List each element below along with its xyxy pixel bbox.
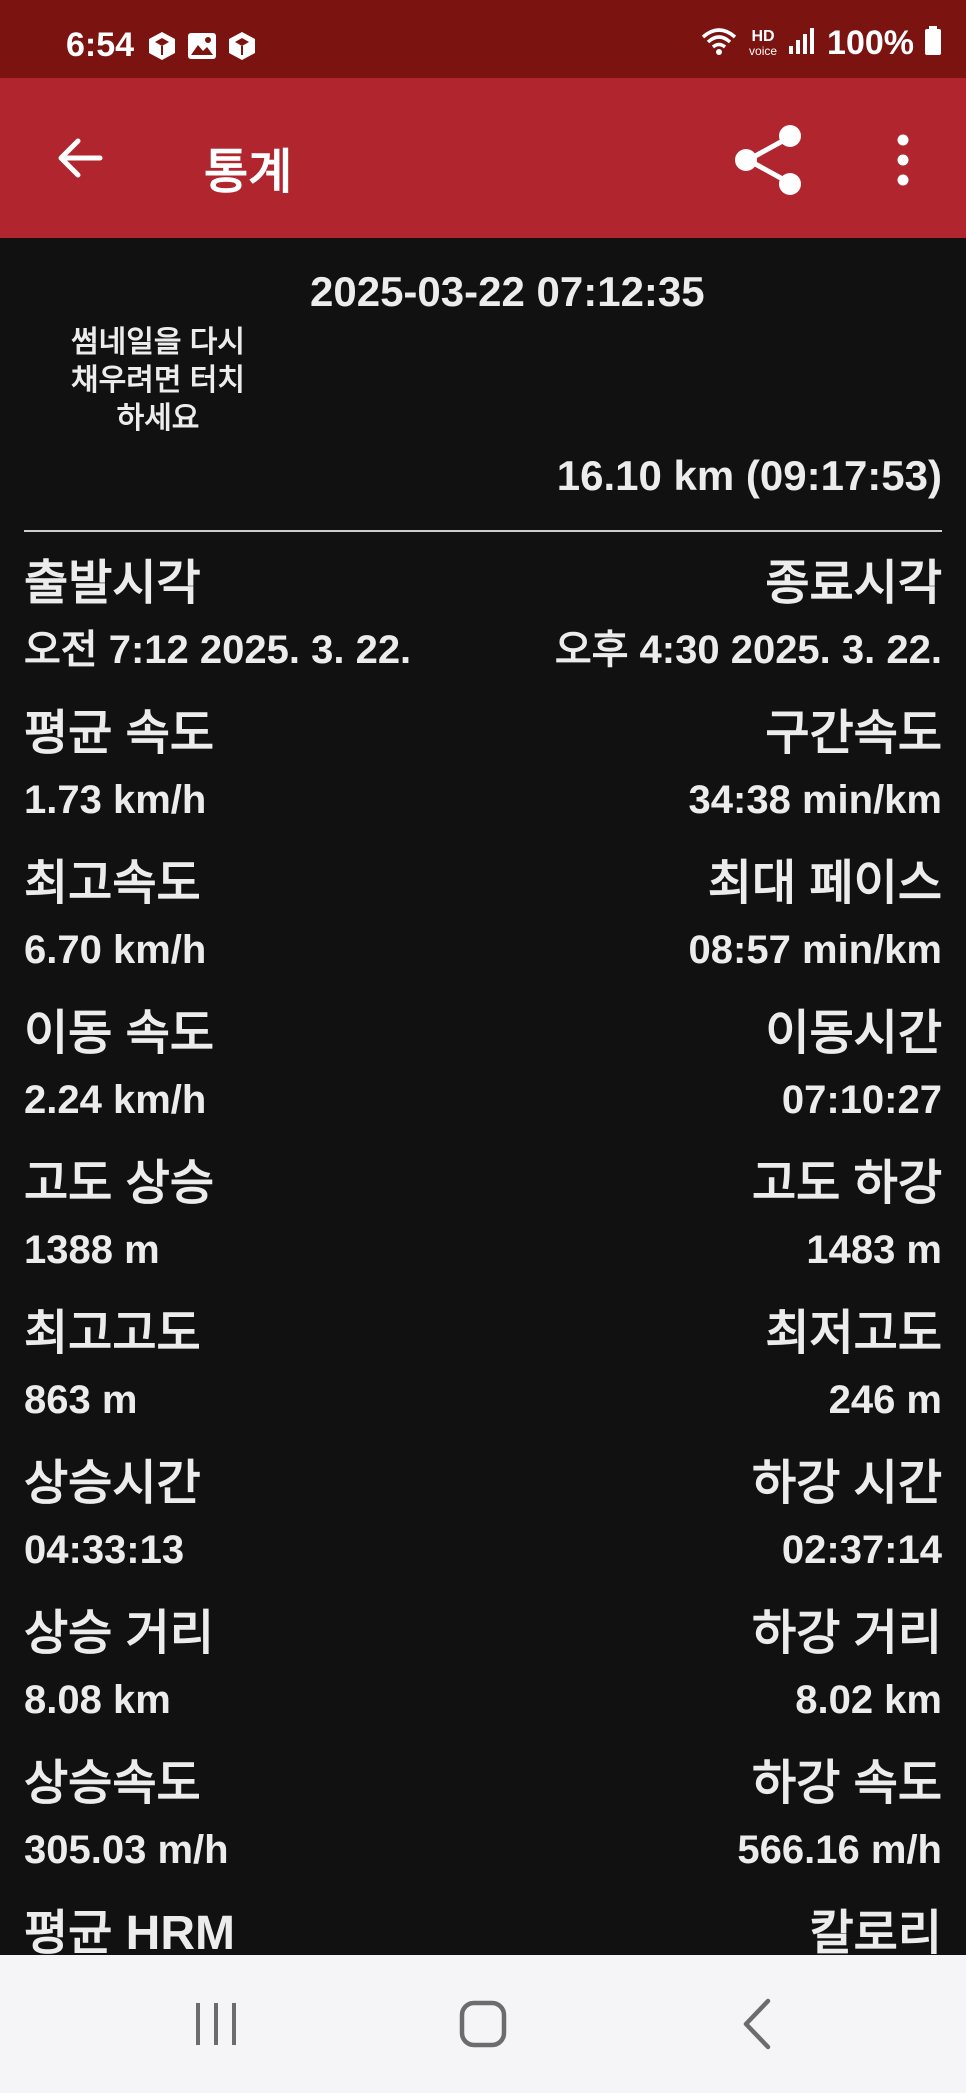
divider — [24, 530, 942, 532]
stat-row: 고도 상승 1388 m 고도 하강 1483 m — [24, 1156, 942, 1306]
stat-value: 8.02 km — [795, 1678, 942, 1722]
stat-value: 04:33:13 — [24, 1528, 185, 1572]
more-vert-icon — [897, 134, 909, 186]
stat-value: 1388 m — [24, 1228, 160, 1272]
stat-value: 2.24 km/h — [24, 1078, 207, 1122]
stat-label: 출발시각 — [24, 557, 201, 610]
package-icon — [226, 30, 258, 62]
stat-label: 고도 상승 — [24, 1157, 214, 1210]
back-button[interactable] — [48, 126, 112, 190]
system-navigation-bar — [0, 1955, 966, 2093]
distance-duration: 16.10 km (09:17:53) — [556, 452, 942, 499]
status-right: HD voice 100% — [699, 24, 942, 63]
package-icon — [146, 30, 178, 62]
stat-row: 상승 거리 8.08 km 하강 거리 8.02 km — [24, 1606, 942, 1756]
stat-label: 하강 속도 — [752, 1757, 942, 1810]
stat-label: 하강 거리 — [752, 1607, 942, 1660]
stat-value: 566.16 m/h — [737, 1828, 942, 1872]
stat-row: 최고속도 6.70 km/h 최대 페이스 08:57 min/km — [24, 856, 942, 1006]
stat-value: 오후 4:30 2025. 3. 22. — [554, 628, 942, 672]
stat-value: 1.73 km/h — [24, 778, 207, 822]
recents-button[interactable] — [176, 1991, 256, 2057]
thumbnail-refresh-hint[interactable]: 썸네일을 다시 채우려면 터치하세요 — [58, 324, 258, 438]
stat-value: 246 m — [828, 1378, 942, 1422]
stat-label: 최대 페이스 — [707, 857, 942, 910]
share-icon — [735, 125, 801, 195]
recents-icon — [196, 2003, 236, 2045]
stat-label: 종료시각 — [765, 557, 942, 610]
stat-label: 이동시간 — [765, 1007, 942, 1060]
stat-value: 오전 7:12 2025. 3. 22. — [24, 628, 412, 672]
home-button[interactable] — [443, 1991, 523, 2057]
image-icon — [186, 30, 218, 62]
app-bar: 통계 — [0, 78, 966, 238]
stat-value: 08:57 min/km — [688, 928, 942, 972]
stat-label: 평균 속도 — [24, 707, 214, 760]
stat-value: 02:37:14 — [781, 1528, 942, 1572]
stat-label: 최저고도 — [765, 1307, 942, 1360]
stat-row: 최고고도 863 m 최저고도 246 m — [24, 1306, 942, 1456]
stat-row: 출발시각오전 7:12 2025. 3. 22. 종료시각오후 4:30 202… — [24, 556, 942, 706]
nav-back-icon — [743, 1998, 771, 2050]
track-datetime: 2025-03-22 07:12:35 — [310, 268, 705, 315]
share-button[interactable] — [726, 118, 810, 202]
status-bar: 6:54 HD voice 100% — [0, 0, 966, 78]
page-title: 통계 — [204, 146, 293, 199]
stat-label: 고도 하강 — [752, 1157, 942, 1210]
nav-back-button[interactable] — [718, 1991, 798, 2057]
stat-value: 34:38 min/km — [688, 778, 942, 822]
stat-label: 상승시간 — [24, 1457, 201, 1510]
stat-value: 8.08 km — [24, 1678, 171, 1722]
stat-label: 최고고도 — [24, 1307, 201, 1360]
stat-label: 칼로리 — [809, 1907, 942, 1960]
home-icon — [459, 2000, 507, 2048]
battery-icon — [924, 26, 942, 61]
stat-value: 305.03 m/h — [24, 1828, 229, 1872]
stat-value: 1483 m — [806, 1228, 942, 1272]
hd-voice-icon: HD voice — [749, 27, 778, 58]
arrow-back-icon — [58, 138, 103, 178]
stat-label: 구간속도 — [765, 707, 942, 760]
stat-label: 하강 시간 — [752, 1457, 942, 1510]
stat-row: 상승시간 04:33:13 하강 시간 02:37:14 — [24, 1456, 942, 1606]
stat-row: 상승속도 305.03 m/h 하강 속도 566.16 m/h — [24, 1756, 942, 1906]
more-options-button[interactable] — [880, 130, 926, 190]
stat-label: 평균 HRM — [24, 1907, 235, 1960]
stat-value: 6.70 km/h — [24, 928, 207, 972]
notification-icons — [146, 30, 258, 62]
stat-row: 이동 속도 2.24 km/h 이동시간 07:10:27 — [24, 1006, 942, 1156]
stat-row: 평균 속도 1.73 km/h 구간속도 34:38 min/km — [24, 706, 942, 856]
stat-label: 최고속도 — [24, 857, 201, 910]
stat-value: 863 m — [24, 1378, 138, 1422]
stat-label: 이동 속도 — [24, 1007, 214, 1060]
status-time: 6:54 — [66, 26, 135, 64]
wifi-icon — [699, 25, 739, 62]
signal-icon — [787, 26, 817, 61]
stat-label: 상승속도 — [24, 1757, 201, 1810]
stat-value: 07:10:27 — [781, 1078, 942, 1122]
stat-label: 상승 거리 — [24, 1607, 214, 1660]
battery-percentage: 100% — [827, 24, 914, 62]
